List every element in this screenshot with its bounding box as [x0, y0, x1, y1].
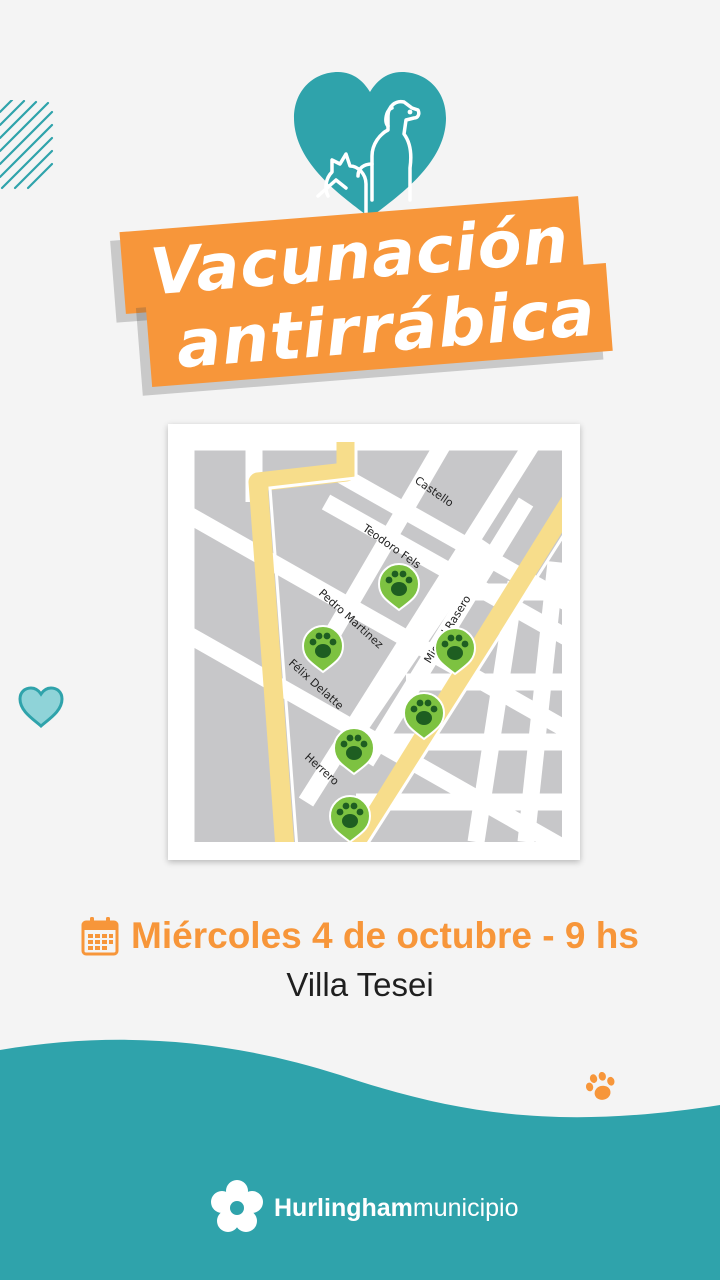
flower-logo-icon — [211, 1180, 263, 1232]
event-date-time: Miércoles 4 de octubre - 9 hs — [131, 915, 639, 956]
decorative-stripes — [0, 100, 54, 190]
brand-name: Hurlingham — [274, 1193, 413, 1222]
title-block: Vacunación antirrábica — [110, 186, 630, 396]
paw-icon — [585, 1071, 615, 1100]
map-drawing: Castello Teodoro Fels Pedro Martinez Mig… — [186, 442, 562, 842]
small-heart-icon — [18, 686, 64, 728]
event-place: Villa Tesei — [286, 966, 434, 1003]
footer-wave — [0, 1039, 720, 1280]
municipality-logo: Hurlinghammunicipio — [208, 1176, 519, 1240]
event-date-row: Miércoles 4 de octubre - 9 hs — [0, 908, 720, 964]
calendar-icon — [81, 917, 119, 956]
brand-suffix: municipio — [412, 1193, 519, 1222]
location-map: Castello Teodoro Fels Pedro Martinez Mig… — [168, 424, 580, 860]
